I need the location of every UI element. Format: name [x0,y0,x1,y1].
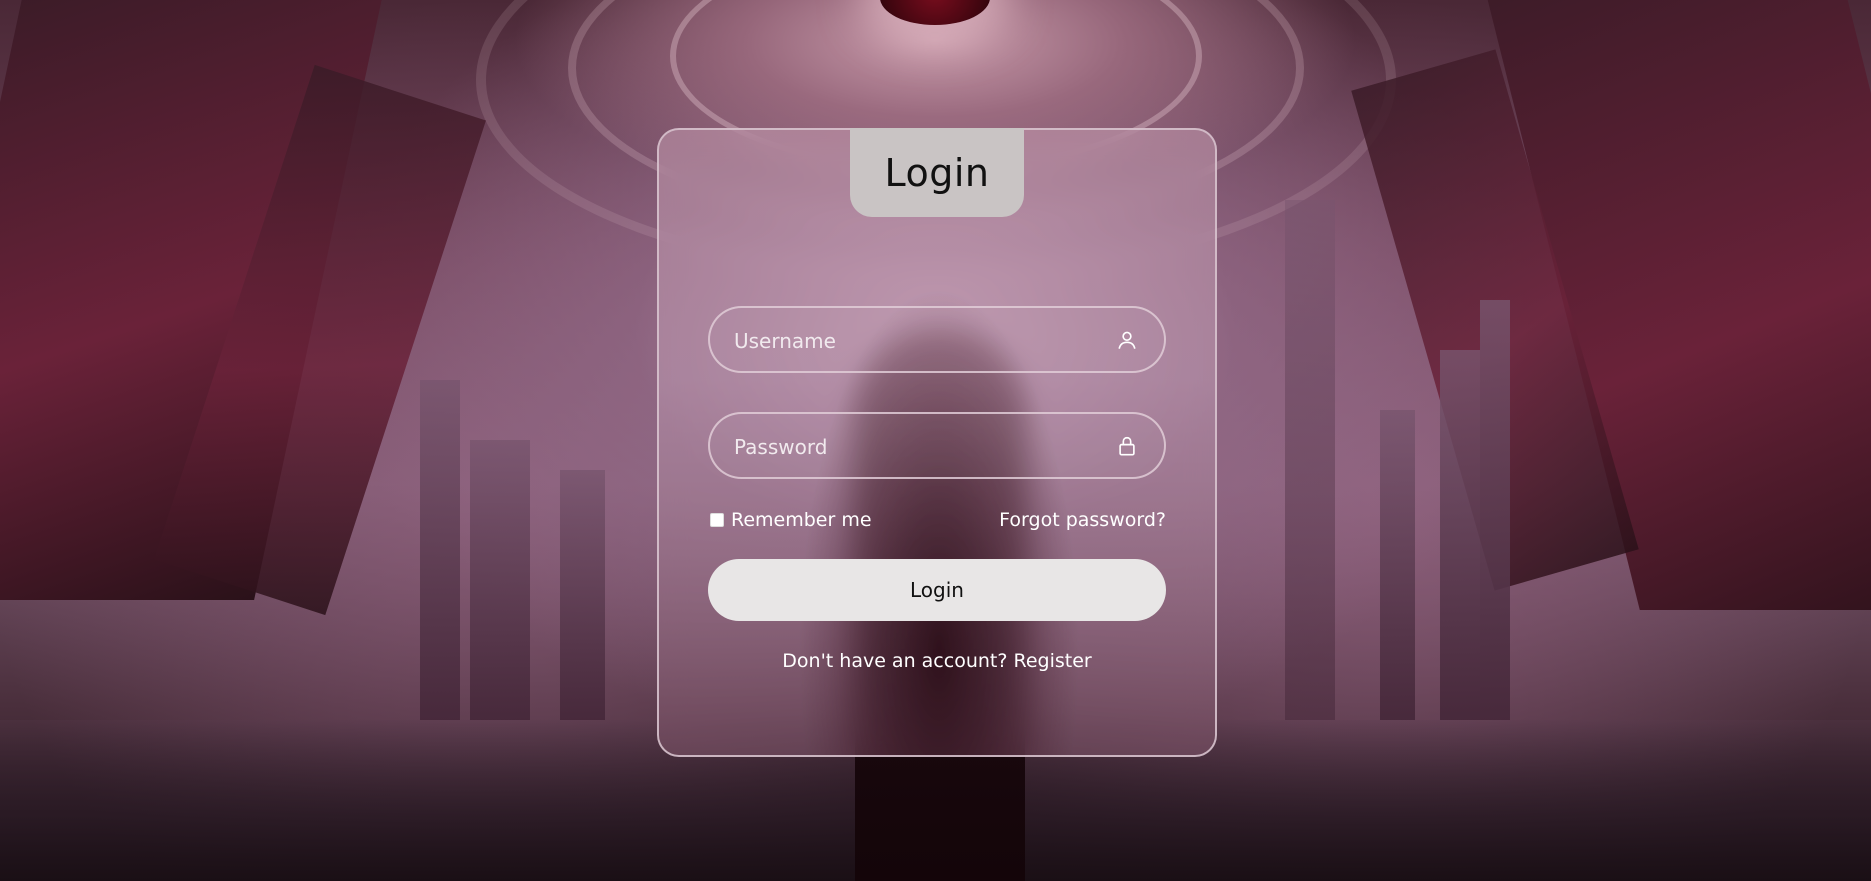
register-link[interactable]: Register [1013,650,1091,672]
page-title: Login [884,150,990,195]
login-button[interactable]: Login [708,559,1166,621]
ruined-tower [560,470,605,720]
lock-icon [1119,436,1135,456]
register-prompt-text: Don't have an account? [782,650,1008,672]
register-prompt: Don't have an account? Register [657,650,1217,672]
username-input[interactable] [732,308,1096,373]
user-icon [1118,331,1136,349]
forgot-password-link[interactable]: Forgot password? [999,509,1166,531]
remember-label: Remember me [731,509,872,531]
login-title-tab: Login [850,128,1024,217]
options-row: Remember me Forgot password? [708,506,1166,534]
ruined-tower [1380,410,1415,720]
password-field[interactable] [708,412,1166,479]
ruined-tower [470,440,530,720]
ruined-tower [1480,300,1510,720]
ruined-tower [420,380,460,720]
ruined-tower [1285,200,1335,720]
remember-me[interactable]: Remember me [710,509,872,531]
password-input[interactable] [732,414,1096,479]
ruined-tower [1440,350,1480,720]
username-field[interactable] [708,306,1166,373]
remember-checkbox[interactable] [710,513,724,527]
